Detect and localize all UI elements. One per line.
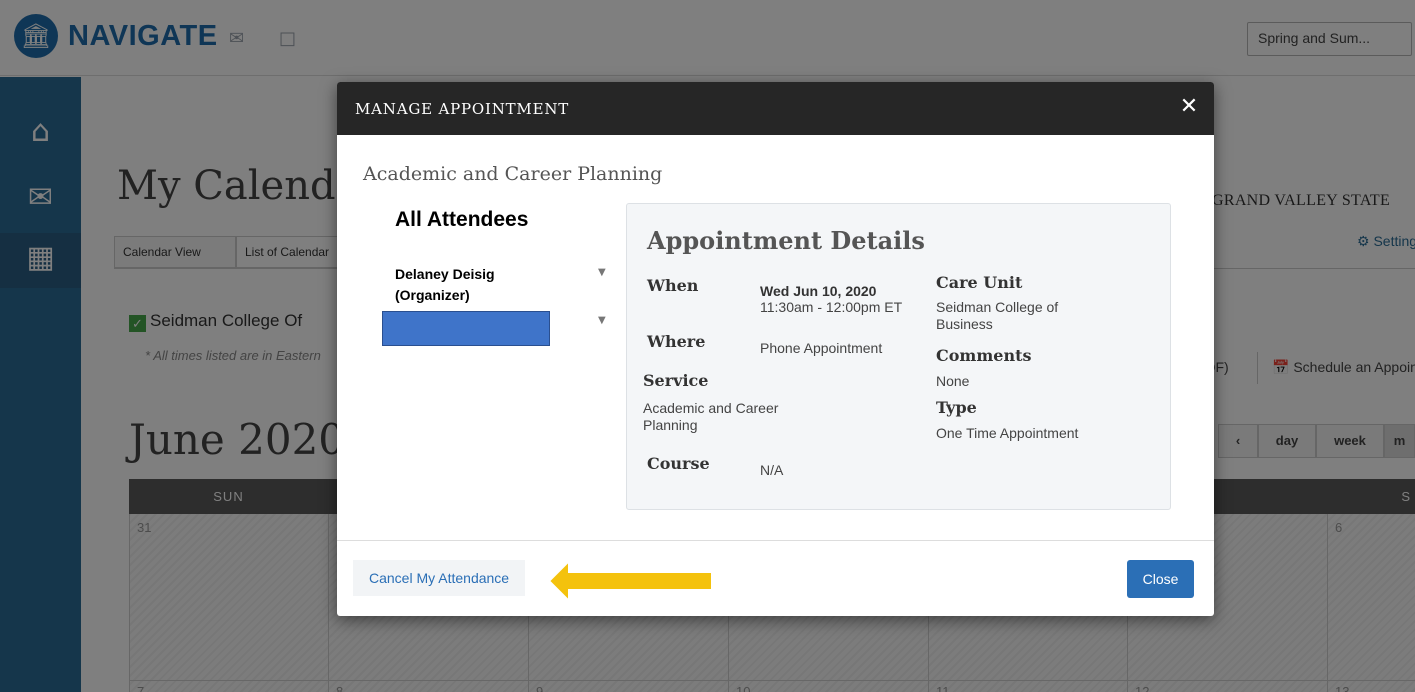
- modal-title: MANAGE APPOINTMENT: [355, 100, 570, 118]
- type-value: One Time Appointment: [936, 425, 1079, 441]
- redacted-attendee: [382, 311, 550, 346]
- comments-label: Comments: [936, 346, 1032, 365]
- modal-header: MANAGE APPOINTMENT ✕: [337, 82, 1214, 135]
- type-label: Type: [936, 398, 977, 417]
- details-title: Appointment Details: [647, 226, 925, 255]
- comments-value: None: [936, 373, 970, 389]
- service-label: Service: [643, 371, 709, 390]
- when-time: 11:30am - 12:00pm ET: [760, 299, 903, 315]
- yellow-arrow-annotation: [549, 561, 712, 601]
- close-button[interactable]: Close: [1127, 560, 1194, 598]
- chevron-down-icon[interactable]: ▼: [598, 315, 606, 326]
- chevron-down-icon[interactable]: ▼: [598, 267, 606, 278]
- where-label: Where: [647, 332, 706, 351]
- close-icon[interactable]: ✕: [1176, 94, 1202, 120]
- cancel-attendance-link[interactable]: Cancel My Attendance: [353, 560, 526, 596]
- care-unit-label: Care Unit: [936, 273, 1023, 292]
- service-value: Academic and Career Planning: [643, 400, 779, 433]
- appointment-subtitle: Academic and Career Planning: [363, 163, 663, 185]
- appointment-details-panel: Appointment Details When Wed Jun 10, 202…: [626, 203, 1171, 510]
- care-unit-value: Seidman College of Business: [936, 299, 1059, 332]
- attendee-organizer[interactable]: Delaney Deisig (Organizer): [395, 264, 565, 306]
- manage-appointment-modal: MANAGE APPOINTMENT ✕ Academic and Career…: [337, 82, 1214, 616]
- course-label: Course: [647, 454, 710, 473]
- where-value: Phone Appointment: [760, 340, 883, 356]
- modal-footer: Cancel My Attendance Close: [337, 540, 1214, 616]
- course-value: N/A: [760, 462, 784, 478]
- attendees-heading: All Attendees: [395, 208, 529, 231]
- when-date: Wed Jun 10, 2020: [760, 283, 877, 299]
- when-label: When: [647, 276, 699, 295]
